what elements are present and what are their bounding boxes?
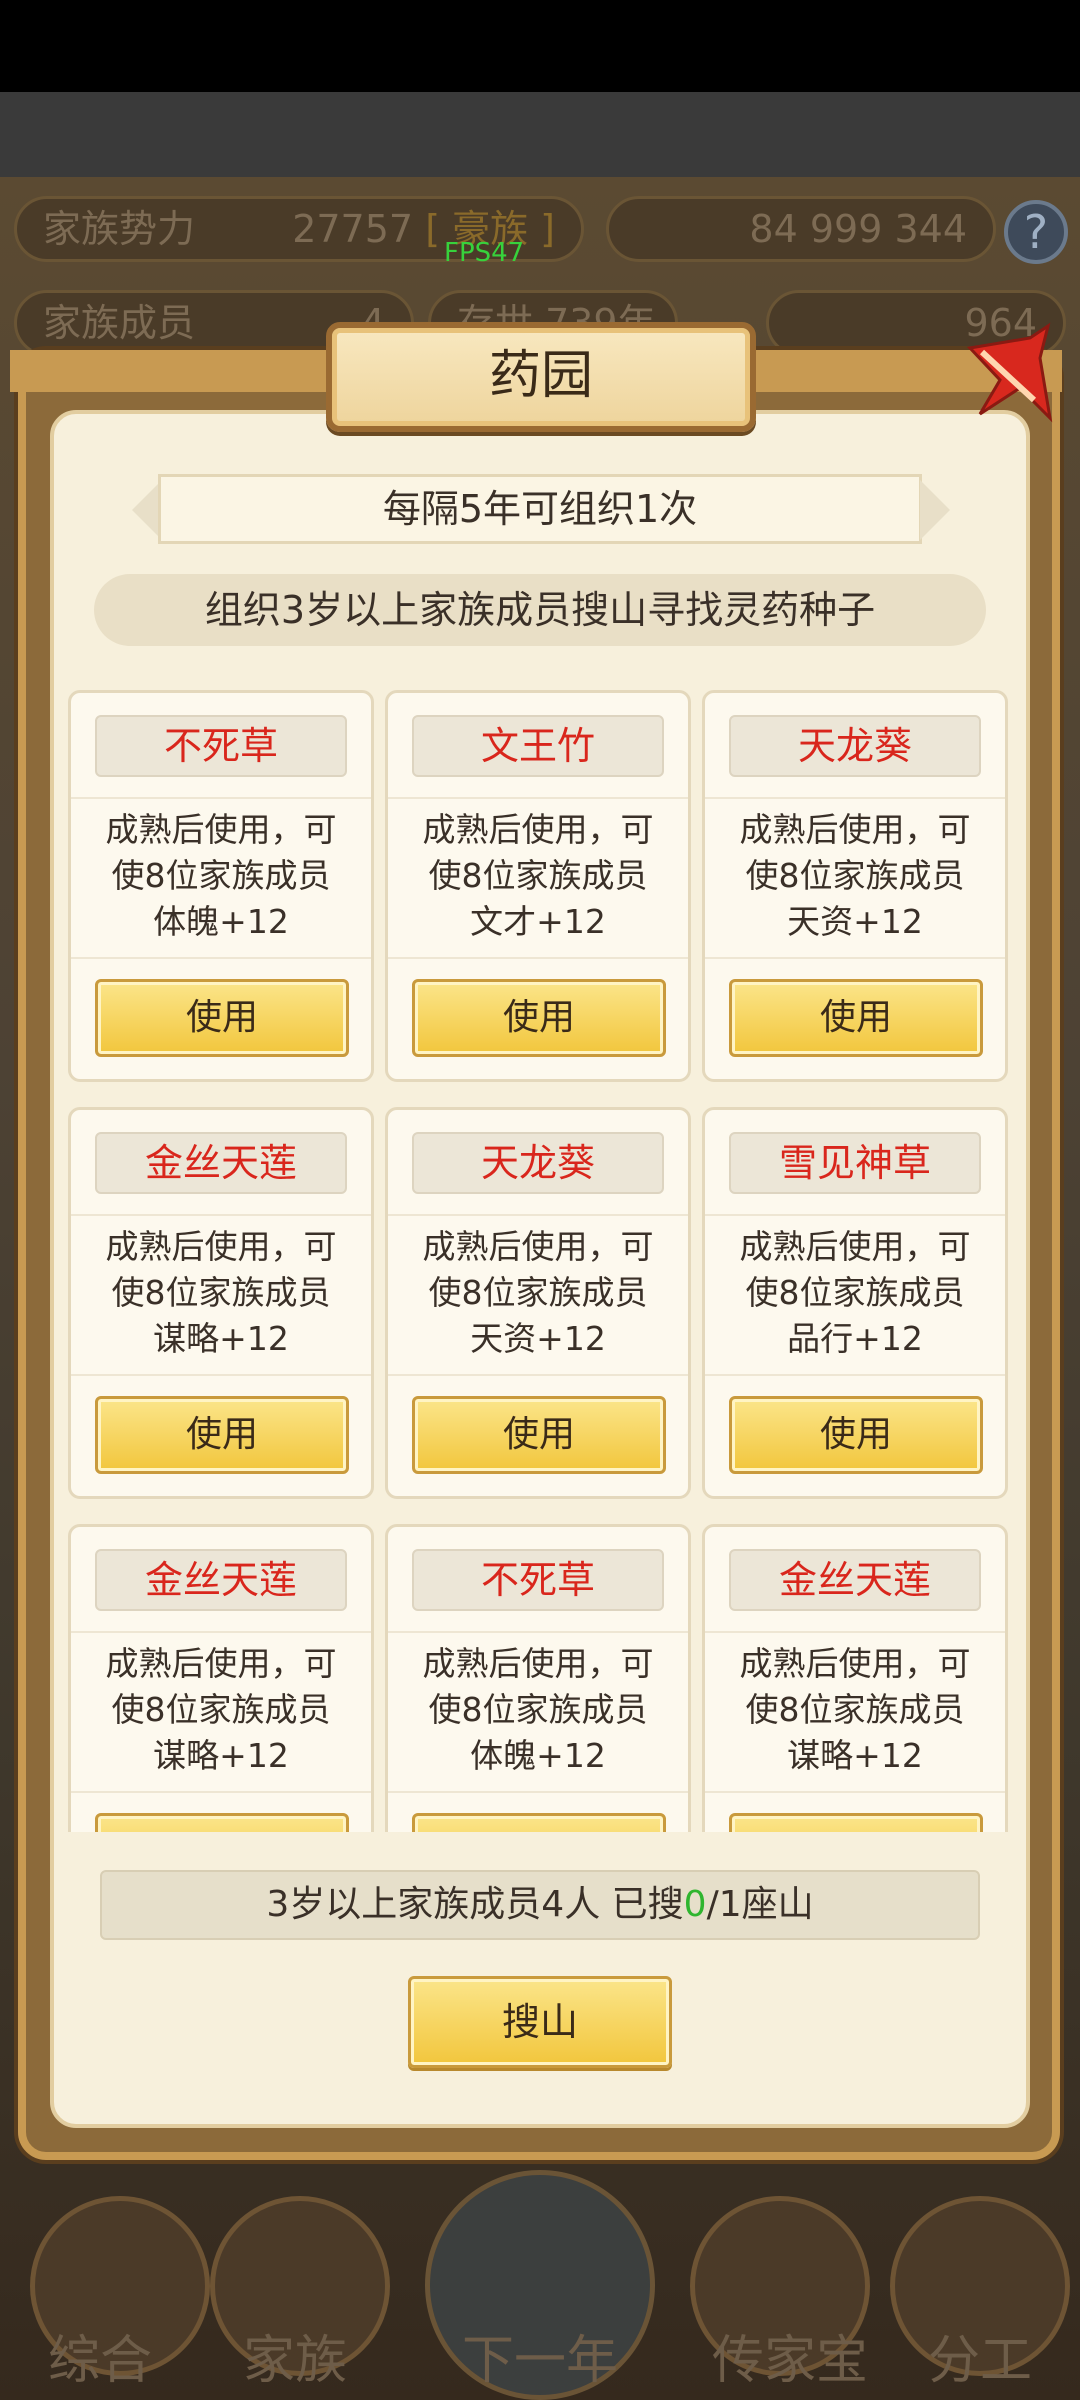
close-icon	[966, 322, 1053, 423]
search-mountain-button[interactable]: 搜山	[408, 1976, 672, 2068]
herb-card: 不死草 成熟后使用，可使8位家族成员体魄+12 使用	[68, 690, 374, 1082]
herb-description: 成熟后使用，可 使8位家族成员 谋略+12	[105, 1644, 337, 1775]
herb-description: 成熟后使用，可 使8位家族成员 谋略+12	[739, 1644, 971, 1775]
divider	[71, 1631, 371, 1633]
use-button[interactable]: 使用	[412, 1396, 666, 1474]
herb-card: 文王竹 成熟后使用，可 使8位家族成员 文才+12 使用	[385, 690, 691, 1082]
count-suffix: /1座山	[706, 1884, 814, 1925]
description-bar: 组织3岁以上家族成员搜山寻找灵药种子	[94, 574, 986, 646]
divider	[388, 957, 688, 959]
herb-description: 成熟后使用，可 使8位家族成员 体魄+12	[105, 810, 337, 941]
divider	[388, 797, 688, 799]
herb-name: 文王竹	[412, 715, 664, 777]
divider	[71, 1374, 371, 1376]
help-icon[interactable]: ?	[1004, 200, 1068, 264]
fps-counter: FPS47	[444, 238, 525, 268]
herb-name: 不死草	[95, 715, 347, 777]
family-power-label: 家族势力	[43, 207, 196, 251]
use-button[interactable]: 使用	[729, 1396, 983, 1474]
divider	[705, 797, 1005, 799]
nav-next-year-label: 下一年	[461, 2331, 618, 2391]
banner-tip-right	[920, 480, 950, 540]
herb-card: 金丝天莲 成熟后使用，可使8位家族成员谋略+12 使用	[68, 1524, 374, 1832]
divider	[71, 1214, 371, 1216]
bottom-nav: 综合 家族 下一年 传家宝 分工	[0, 2140, 1080, 2400]
use-button[interactable]: 使用	[95, 979, 349, 1057]
nav-family-label: 家族	[242, 2331, 347, 2391]
divider	[388, 1374, 688, 1376]
divider	[705, 1631, 1005, 1633]
use-button[interactable]: 使用	[729, 1813, 983, 1832]
count-prefix: 3岁以上家族成员4人 已搜	[266, 1884, 684, 1925]
divider	[388, 1791, 688, 1793]
herb-name: 雪见神草	[729, 1132, 981, 1194]
divider	[705, 1791, 1005, 1793]
herb-grid[interactable]: 不死草 成熟后使用，可 使8位家族成员 体魄+12 使用 文王竹 成熟后使用，可 使8…	[68, 690, 1012, 1832]
title-wing-left	[10, 350, 340, 392]
herb-name: 金丝天莲	[729, 1549, 981, 1611]
herb-description: 成熟后使用，可 使8位家族成员 天资+12	[739, 810, 971, 941]
divider	[705, 1214, 1005, 1216]
close-button[interactable]	[960, 318, 1056, 428]
search-count-bar: 3岁以上家族成员4人 已搜0/1座山	[100, 1870, 980, 1940]
herb-card: 金丝天莲 成熟后使用，可使8位家族成员谋略+12 使用	[702, 1524, 1008, 1832]
herb-name: 金丝天莲	[95, 1549, 347, 1611]
herb-name: 天龙葵	[412, 1132, 664, 1194]
status-bar	[0, 0, 1080, 92]
herb-name: 天龙葵	[729, 715, 981, 777]
herb-name: 不死草	[412, 1549, 664, 1611]
family-members-label: 家族成员	[43, 301, 196, 345]
use-button[interactable]: 使用	[95, 1813, 349, 1832]
dialog-title: 药园	[326, 322, 756, 432]
herb-card: 天龙葵 成熟后使用，可 使8位家族成员 天资+12 使用	[702, 690, 1008, 1082]
divider	[705, 957, 1005, 959]
resources-value: 84 999 344	[749, 207, 967, 251]
nav-division-label: 分工	[927, 2331, 1032, 2391]
herb-description: 成熟后使用，可 使8位家族成员 天资+12	[422, 1227, 654, 1358]
resources-bar: 84 999 344	[606, 196, 996, 262]
divider	[71, 797, 371, 799]
use-button[interactable]: 使用	[412, 1813, 666, 1832]
herb-description: 成熟后使用，可 使8位家族成员 谋略+12	[105, 1227, 337, 1358]
divider	[705, 1374, 1005, 1376]
use-button[interactable]: 使用	[95, 1396, 349, 1474]
herb-description: 成熟后使用，可 使8位家族成员 品行+12	[739, 1227, 971, 1358]
divider	[388, 1214, 688, 1216]
divider	[71, 1791, 371, 1793]
use-button[interactable]: 使用	[412, 979, 666, 1057]
nav-heirloom-label: 传家宝	[711, 2331, 868, 2391]
divider	[388, 1631, 688, 1633]
top-strip	[0, 92, 1080, 177]
herb-card: 金丝天莲 成熟后使用，可使8位家族成员谋略+12 使用	[68, 1107, 374, 1499]
count-searched: 0	[683, 1884, 707, 1925]
herb-card: 天龙葵 成熟后使用，可 使8位家族成员 天资+12 使用	[385, 1107, 691, 1499]
herb-card: 雪见神草 成熟后使用，可 使8位家族成员 品行+12 使用	[702, 1107, 1008, 1499]
divider	[71, 957, 371, 959]
use-button[interactable]: 使用	[729, 979, 983, 1057]
nav-overview-label: 综合	[47, 2331, 152, 2391]
herb-name: 金丝天莲	[95, 1132, 347, 1194]
herb-description: 成熟后使用，可 使8位家族成员 体魄+12	[422, 1644, 654, 1775]
interval-banner: 每隔5年可组织1次	[158, 474, 922, 544]
herb-description: 成熟后使用，可 使8位家族成员 文才+12	[422, 810, 654, 941]
herb-card: 不死草 成熟后使用，可使8位家族成员体魄+12 使用	[385, 1524, 691, 1832]
